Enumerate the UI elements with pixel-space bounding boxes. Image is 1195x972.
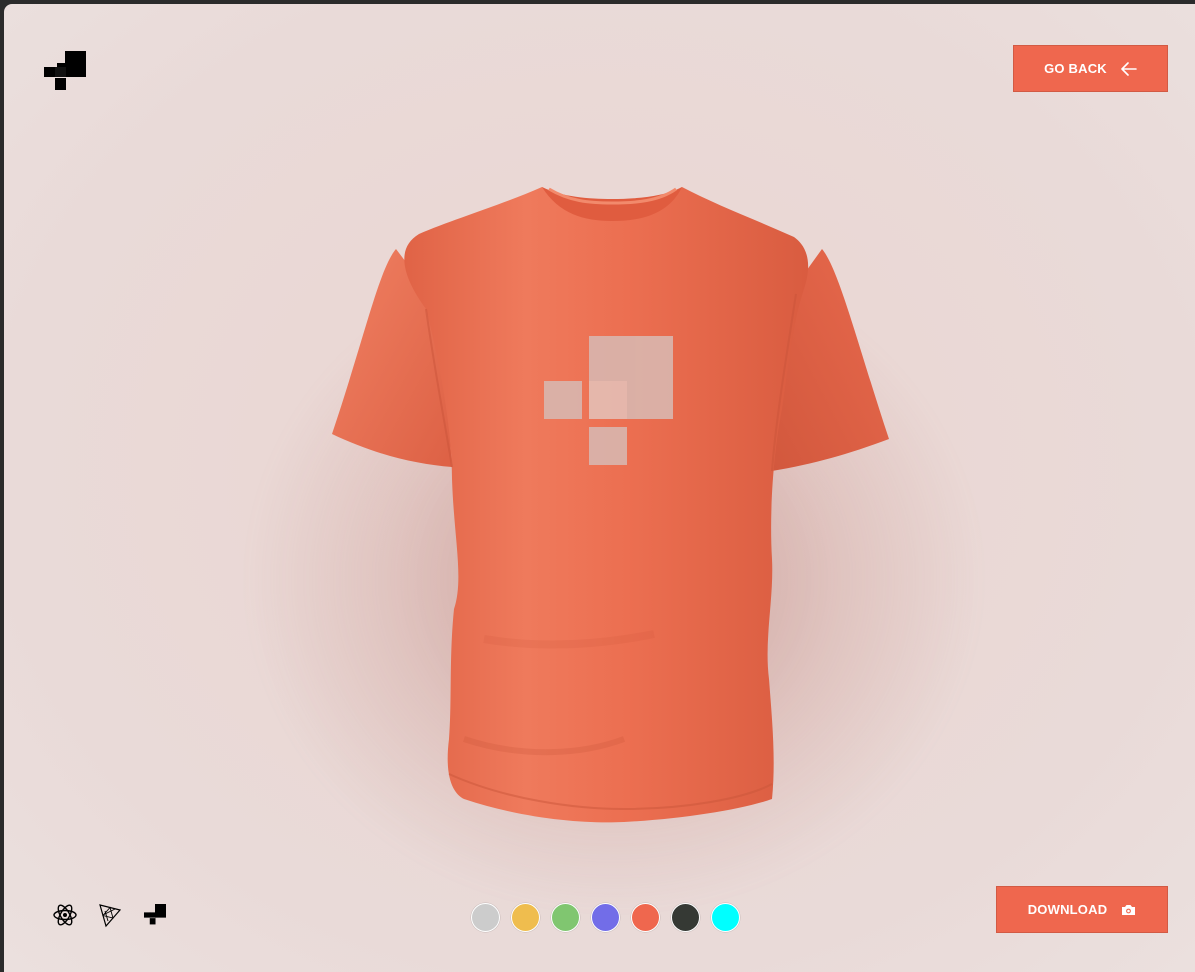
react-atom-icon[interactable] xyxy=(52,902,78,928)
swatch-coral[interactable] xyxy=(631,903,660,932)
arrow-left-icon xyxy=(1121,61,1137,76)
brand-block-logo-icon[interactable] xyxy=(142,902,168,928)
color-picker xyxy=(471,903,740,932)
shirt-body xyxy=(404,187,809,823)
go-back-button[interactable]: GO BACK xyxy=(1013,45,1168,92)
swatch-cyan[interactable] xyxy=(711,903,740,932)
download-label: DOWNLOAD xyxy=(1027,902,1108,917)
brand-logo-icon[interactable] xyxy=(44,51,86,93)
swatch-purple[interactable] xyxy=(591,903,620,932)
download-button[interactable]: DOWNLOAD xyxy=(996,886,1168,933)
swatch-green[interactable] xyxy=(551,903,580,932)
camera-icon xyxy=(1122,904,1136,915)
tool-icons xyxy=(52,902,168,928)
go-back-label: GO BACK xyxy=(1044,61,1107,76)
tshirt-model[interactable] xyxy=(324,179,894,829)
swatch-dark[interactable] xyxy=(671,903,700,932)
customizer-canvas: GO BACK DOWNLOAD xyxy=(4,4,1195,972)
threejs-triangle-icon[interactable] xyxy=(97,902,123,928)
swatch-yellow[interactable] xyxy=(511,903,540,932)
swatch-grey[interactable] xyxy=(471,903,500,932)
